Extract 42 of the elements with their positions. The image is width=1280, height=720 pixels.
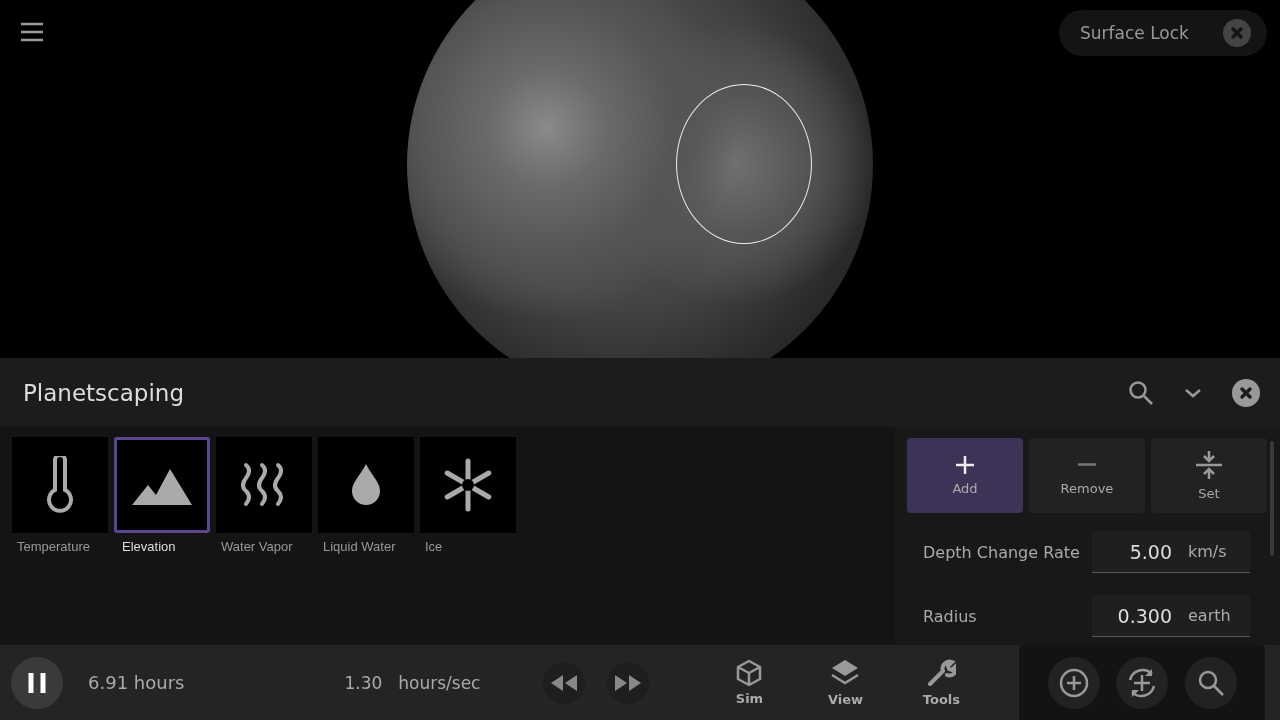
rate-value: 1.30 bbox=[344, 672, 383, 693]
layer-label: Liquid Water bbox=[322, 539, 396, 554]
nav-button[interactable]: Tools bbox=[893, 645, 990, 720]
rewind-icon bbox=[551, 674, 578, 691]
pause-icon bbox=[28, 671, 46, 694]
mode-button[interactable]: Set bbox=[1151, 438, 1267, 513]
surface-lock-label: Surface Lock bbox=[1080, 23, 1189, 43]
field-label: Radius bbox=[923, 606, 978, 626]
number-field[interactable]: 0.300 earth bbox=[1092, 595, 1250, 637]
panel-title: Planetscaping bbox=[23, 379, 185, 406]
layer-label: Ice bbox=[424, 539, 443, 554]
mode-button[interactable]: Remove bbox=[1029, 438, 1145, 513]
scrollbar[interactable] bbox=[1270, 441, 1274, 556]
nav-button[interactable]: View bbox=[797, 645, 894, 720]
number-field[interactable]: 5.00 km/s bbox=[1092, 531, 1250, 573]
minus-icon bbox=[1077, 463, 1097, 466]
close-button[interactable] bbox=[1232, 378, 1260, 407]
layer-label: Elevation bbox=[121, 539, 176, 554]
fast-forward-icon bbox=[615, 674, 642, 691]
rate-unit: hours/sec bbox=[398, 672, 481, 693]
search-icon bbox=[1197, 668, 1226, 697]
elapsed-time: 6.91 hours bbox=[88, 672, 185, 693]
layer-label: Water Vapor bbox=[220, 539, 293, 554]
field-label: Depth Change Rate bbox=[923, 542, 1081, 562]
nav-button[interactable]: Sim bbox=[701, 645, 798, 720]
layer-tile[interactable]: Liquid Water bbox=[318, 437, 414, 554]
thermometer-icon bbox=[46, 456, 74, 514]
drop-icon bbox=[350, 464, 382, 506]
layer-tile[interactable]: Water Vapor bbox=[216, 437, 312, 554]
wrench-icon bbox=[926, 658, 957, 688]
search-icon[interactable] bbox=[1128, 379, 1154, 406]
menu-icon[interactable] bbox=[21, 22, 43, 42]
layer-tile[interactable]: Elevation bbox=[114, 437, 210, 554]
mode-button[interactable]: Add bbox=[907, 438, 1023, 513]
layer-label: Temperature bbox=[16, 539, 90, 554]
layer-tile[interactable]: Ice bbox=[420, 437, 516, 554]
cube-icon bbox=[736, 659, 763, 687]
layer-tile[interactable]: Temperature bbox=[12, 437, 108, 554]
plus-circle-icon bbox=[1058, 667, 1089, 698]
chevron-down-icon[interactable] bbox=[1184, 387, 1202, 398]
compress-icon bbox=[1195, 450, 1223, 480]
plus-icon bbox=[955, 455, 975, 475]
